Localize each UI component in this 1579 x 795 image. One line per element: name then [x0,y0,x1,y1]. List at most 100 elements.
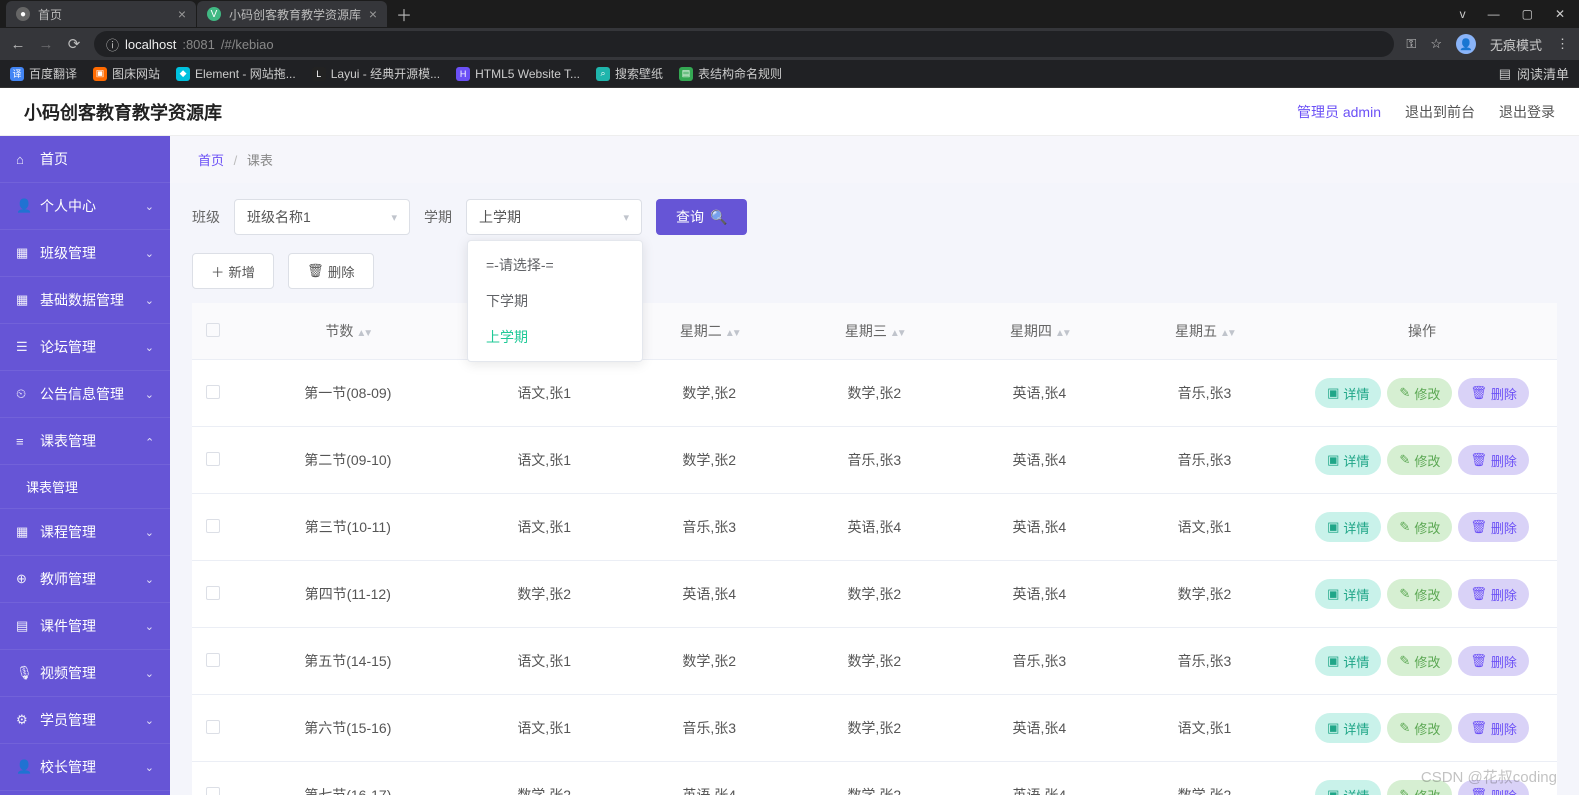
bookmark-icon: ▣ [93,67,107,81]
dropdown-option-2[interactable]: 上学期 [468,319,642,355]
detail-button[interactable]: ▣详情 [1315,445,1381,475]
front-link[interactable]: 退出到前台 [1405,102,1475,122]
bookmark-1[interactable]: ▣图床网站 [93,65,160,82]
sidebar-item-12[interactable]: 👤校长管理⌄ [0,744,170,791]
query-button[interactable]: 查询🔍 [656,199,747,235]
breadcrumb-home[interactable]: 首页 [198,153,224,168]
cell-4: 数学,张2 [792,360,957,427]
sidebar-subitem[interactable]: 课表管理 [0,465,170,509]
detail-button[interactable]: ▣详情 [1315,579,1381,609]
row-delete-button[interactable]: 🗑删除 [1458,378,1529,408]
row-delete-button[interactable]: 🗑删除 [1458,445,1529,475]
bookmark-4[interactable]: HHTML5 Website T... [456,67,580,81]
term-select[interactable]: 上学期 ▾ =-请选择-=下学期上学期 [466,199,642,235]
col-header-7[interactable]: 操作 [1287,303,1557,360]
delete-button[interactable]: 🗑删除 [288,253,374,289]
bookmark-5[interactable]: ⌕搜索壁纸 [596,65,663,82]
row-delete-button[interactable]: 🗑删除 [1458,713,1529,743]
checkbox-all[interactable] [206,323,220,337]
close-window-button[interactable]: ✕ [1555,7,1565,21]
detail-icon: ▣ [1327,452,1339,468]
row-delete-button[interactable]: 🗑删除 [1458,646,1529,676]
sort-icon: ▲▼ [890,328,904,339]
row-delete-button[interactable]: 🗑删除 [1458,579,1529,609]
edit-button[interactable]: ✎修改 [1387,378,1452,408]
bookmark-0[interactable]: 译百度翻译 [10,65,77,82]
profile-icon[interactable]: 👤 [1456,34,1476,54]
star-icon[interactable]: ☆ [1430,36,1442,52]
col-header-4[interactable]: 星期三▲▼ [792,303,957,360]
sidebar-item-6[interactable]: ≡课表管理⌄ [0,418,170,465]
detail-button[interactable]: ▣详情 [1315,512,1381,542]
logout-link[interactable]: 退出登录 [1499,102,1555,122]
sidebar-icon: ⚙ [16,712,32,728]
browser-tab-0[interactable]: ● 首页 × [6,1,196,27]
detail-button[interactable]: ▣详情 [1315,713,1381,743]
vue-icon: V [207,7,221,21]
detail-button[interactable]: ▣详情 [1315,646,1381,676]
dropdown-icon[interactable]: v [1460,7,1466,21]
checkbox-row[interactable] [206,787,220,795]
sidebar-item-7[interactable]: ▦课程管理⌄ [0,509,170,556]
url-field[interactable]: ⓘ localhost:8081/#/kebiao [94,31,1394,57]
checkbox-row[interactable] [206,653,220,667]
edit-button[interactable]: ✎修改 [1387,780,1452,795]
maximize-button[interactable]: ▢ [1522,7,1533,21]
checkbox-row[interactable] [206,385,220,399]
col-header-3[interactable]: 星期二▲▼ [627,303,792,360]
edit-button[interactable]: ✎修改 [1387,579,1452,609]
sidebar-item-8[interactable]: ⊕教师管理⌄ [0,556,170,603]
edit-button[interactable]: ✎修改 [1387,512,1452,542]
edit-button[interactable]: ✎修改 [1387,445,1452,475]
checkbox-row[interactable] [206,586,220,600]
sidebar-item-label: 公告信息管理 [40,384,124,404]
detail-button[interactable]: ▣详情 [1315,780,1381,795]
sidebar-icon: ⏲ [16,386,32,402]
reload-button[interactable]: ⟳ [66,35,82,53]
bookmark-3[interactable]: LLayui - 经典开源模... [312,65,440,82]
class-select[interactable]: 班级名称1 ▾ [234,199,410,235]
sidebar-item-10[interactable]: 🎙视频管理⌄ [0,650,170,697]
sidebar-item-0[interactable]: ⌂首页 [0,136,170,183]
sidebar-item-9[interactable]: ▤课件管理⌄ [0,603,170,650]
cell-3: 英语,张4 [627,561,792,628]
browser-tab-1[interactable]: V 小码创客教育教学资源库 × [197,1,387,27]
menu-icon[interactable]: ⋮ [1556,36,1569,52]
cell-5: 英语,张4 [957,427,1122,494]
dropdown-option-1[interactable]: 下学期 [468,283,642,319]
sidebar-item-1[interactable]: 👤个人中心⌄ [0,183,170,230]
checkbox-row[interactable] [206,720,220,734]
cell-5: 英语,张4 [957,494,1122,561]
reading-list[interactable]: ▤阅读清单 [1499,64,1569,83]
checkbox-row[interactable] [206,519,220,533]
row-delete-button[interactable]: 🗑删除 [1458,780,1529,795]
key-icon[interactable]: ⚿ [1406,36,1416,52]
sidebar-item-3[interactable]: ▦基础数据管理⌄ [0,277,170,324]
col-header-6[interactable]: 星期五▲▼ [1122,303,1287,360]
back-button[interactable]: ← [10,36,26,53]
sidebar-icon: 👤 [16,759,32,775]
edit-button[interactable]: ✎修改 [1387,713,1452,743]
close-icon[interactable]: × [178,6,186,22]
detail-button[interactable]: ▣详情 [1315,378,1381,408]
forward-button[interactable]: → [38,36,54,53]
dropdown-option-0[interactable]: =-请选择-= [468,247,642,283]
close-icon[interactable]: × [369,6,377,22]
cell-2: 数学,张2 [462,561,627,628]
sidebar-item-2[interactable]: ▦班级管理⌄ [0,230,170,277]
add-button[interactable]: ＋新增 [192,253,274,289]
new-tab-button[interactable]: ＋ [388,2,420,26]
edit-button[interactable]: ✎修改 [1387,646,1452,676]
sidebar-item-4[interactable]: ☰论坛管理⌄ [0,324,170,371]
checkbox-row[interactable] [206,452,220,466]
admin-link[interactable]: 管理员 admin [1297,102,1381,122]
col-header-1[interactable]: 节数▲▼ [234,303,462,360]
cell-7: ▣详情✎修改🗑删除 [1287,494,1557,561]
bookmark-2[interactable]: ◆Element - 网站拖... [176,65,296,82]
minimize-button[interactable]: — [1488,7,1500,21]
sidebar-item-5[interactable]: ⏲公告信息管理⌄ [0,371,170,418]
sidebar-item-11[interactable]: ⚙学员管理⌄ [0,697,170,744]
col-header-5[interactable]: 星期四▲▼ [957,303,1122,360]
bookmark-6[interactable]: ▤表结构命名规则 [679,65,782,82]
row-delete-button[interactable]: 🗑删除 [1458,512,1529,542]
